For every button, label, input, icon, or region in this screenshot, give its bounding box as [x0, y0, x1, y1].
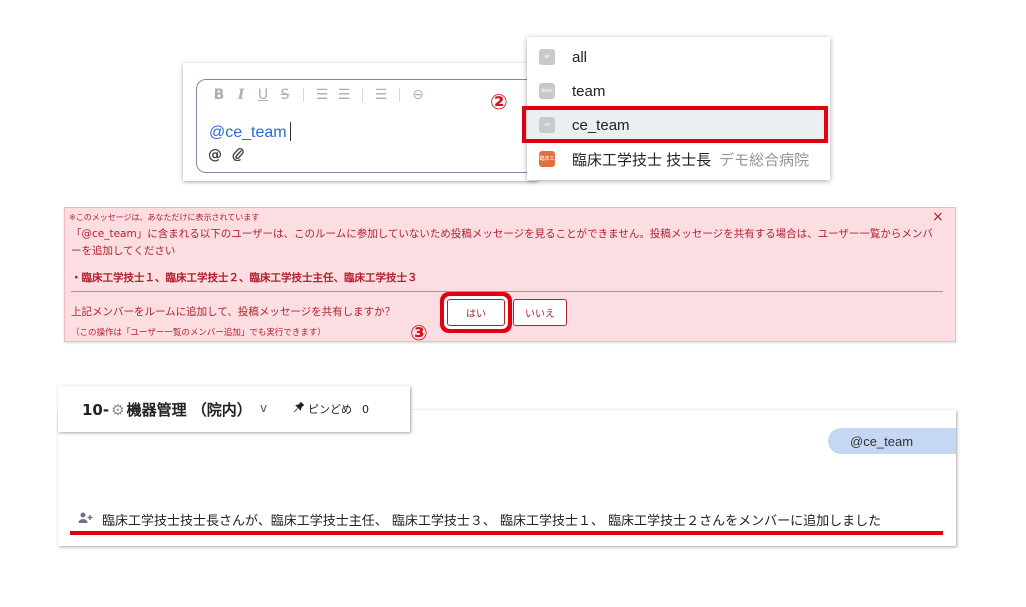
room-title[interactable]: 10- ⚙ 機器管理 （院内）	[82, 399, 252, 420]
editor-input[interactable]: @ce_team	[209, 122, 291, 142]
step-marker-3: ③	[410, 321, 428, 345]
pin-count: 0	[362, 402, 369, 416]
toolbar-divider	[399, 88, 400, 102]
close-icon[interactable]: ×	[932, 209, 944, 225]
mention-option-organization: デモ総合病院	[719, 151, 810, 169]
mention-option-label: 臨床工学技士 技士長	[572, 151, 712, 169]
mention-option-label: all	[572, 48, 588, 66]
mention-option-team[interactable]: team team	[527, 74, 830, 108]
bold-button[interactable]: B	[208, 87, 230, 103]
underline-button[interactable]: U	[252, 87, 274, 103]
room-title-text: 機器管理 （院内）	[126, 401, 252, 419]
toolbar-divider	[303, 88, 304, 102]
system-message-text: 臨床工学技士技士長さんが、臨床工学技士主任、 臨床工学技士３、 臨床工学技士１、…	[102, 514, 882, 529]
system-message: 臨床工学技士技士長さんが、臨床工学技士主任、 臨床工学技士３、 臨床工学技士１、…	[78, 510, 881, 529]
no-button[interactable]: いいえ	[513, 299, 567, 326]
highlight-underline	[70, 531, 943, 535]
pinned-button[interactable]: ピンどめ 0	[293, 401, 369, 417]
toolbar-divider	[362, 88, 363, 102]
mention-option-label: team	[572, 82, 606, 100]
step-marker-2: ②	[490, 90, 508, 114]
group-avatar-icon: team	[539, 83, 555, 99]
editor-text-value: @ce_team	[209, 124, 287, 141]
pin-icon	[293, 401, 305, 416]
link-button[interactable]: ⊖	[407, 87, 429, 103]
room-header: 10- ⚙ 機器管理 （院内） v ピンどめ 0	[58, 386, 410, 432]
notice-body: 「@ce_team」に含まれる以下のユーザーは、このルームに参加していないため投…	[71, 228, 933, 257]
notice-member-list: ・臨床工学技士１、臨床工学技士２、臨床工学技士主任、臨床工学技士３	[71, 272, 418, 284]
room-title-prefix: 10-	[82, 400, 110, 419]
gear-icon: ⚙	[111, 400, 125, 419]
bullet-list-button[interactable]: ☰	[311, 87, 333, 103]
editor-bottom-icons: @	[208, 147, 244, 165]
user-avatar-icon: 臨床工	[539, 151, 555, 167]
notice-question: 上記メンバーをルームに追加して、投稿メッセージを共有しますか？	[71, 306, 396, 318]
notice-divider	[71, 291, 943, 292]
mention-icon[interactable]: @	[208, 147, 222, 165]
editor-toolbar: B I U S ☰ ☰ ☰ ⊖	[208, 85, 429, 105]
attach-icon[interactable]	[232, 147, 244, 165]
highlight-box-ce-team	[522, 106, 828, 143]
mention-option-all[interactable]: all all	[527, 40, 830, 74]
message-bubble[interactable]: @ce_team	[828, 428, 956, 454]
pin-label: ピンどめ	[308, 403, 352, 416]
notice-note: （この操作は「ユーザー一覧のメンバー追加」でも実行できます）	[71, 328, 326, 338]
ephemeral-notice: ※このメッセージは、あなただけに表示されています × 「@ce_team」に含ま…	[64, 207, 956, 342]
text-caret	[289, 122, 291, 141]
quote-button[interactable]: ☰	[370, 87, 392, 103]
notice-header: ※このメッセージは、あなただけに表示されています	[69, 213, 260, 222]
mention-option-user[interactable]: 臨床工 臨床工学技士 技士長 デモ総合病院	[527, 142, 830, 176]
group-avatar-icon: all	[539, 49, 555, 65]
yes-button[interactable]: はい	[447, 299, 505, 326]
italic-button[interactable]: I	[230, 87, 252, 103]
chevron-down-icon[interactable]: v	[260, 401, 267, 415]
numbered-list-button[interactable]: ☰	[333, 87, 355, 103]
strikethrough-button[interactable]: S	[274, 87, 296, 103]
add-member-icon	[78, 512, 94, 528]
